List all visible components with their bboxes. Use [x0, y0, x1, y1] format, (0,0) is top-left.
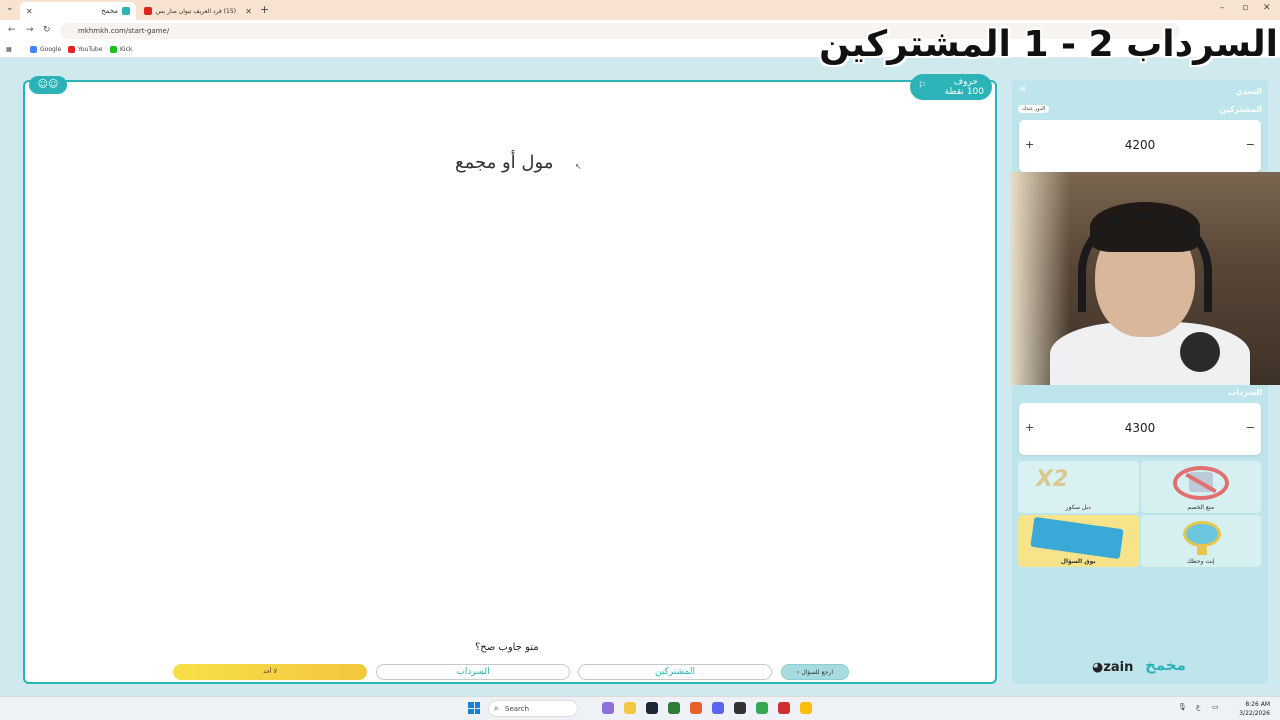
powerup-double-score[interactable]: X2 دبل سكور: [1018, 461, 1139, 513]
file-explorer-icon[interactable]: [624, 702, 636, 714]
app-icon-red[interactable]: [778, 702, 790, 714]
minimize-icon[interactable]: –: [1220, 3, 1225, 13]
brand-logo: مخمخ: [1145, 656, 1186, 674]
app-icon[interactable]: [668, 702, 680, 714]
chrome-icon[interactable]: [756, 702, 768, 714]
network-icon[interactable]: ▭: [1212, 703, 1219, 711]
minus-button[interactable]: −: [1246, 421, 1255, 434]
chrome-active-icon[interactable]: [800, 702, 812, 714]
powerup-your-luck[interactable]: إنت وحظك: [1140, 515, 1261, 567]
team-mushtarikin-button[interactable]: المشتركين: [578, 664, 772, 680]
url-text: mkhmkh.com/start-game/: [78, 27, 170, 35]
clock-date: 3/22/2026: [1239, 710, 1270, 717]
tab-title: (15) فرد العريف تيوان صار بس ال...: [156, 7, 236, 15]
maximize-icon[interactable]: ▫: [1242, 3, 1248, 13]
powerup-label: بوق السؤال: [1060, 558, 1096, 565]
forward-icon[interactable]: →: [26, 25, 34, 35]
close-window-icon[interactable]: ✕: [1263, 3, 1271, 13]
turn-badge: الدور عندك: [1018, 105, 1050, 113]
category-name: حروف: [953, 77, 978, 87]
streamer-webcam: [1010, 172, 1280, 385]
powerup-question-horn[interactable]: بوق السؤال: [1018, 515, 1139, 567]
question-text: مول أو مجمع: [455, 152, 554, 173]
bookmark-label: Google: [40, 46, 62, 53]
score-card-sirdab: + 4300 −: [1019, 403, 1261, 455]
apps-icon[interactable]: ▦: [6, 46, 12, 53]
terminal-icon[interactable]: [734, 702, 746, 714]
tab-youtube[interactable]: (15) فرد العريف تيوان صار بس ال... ✕: [138, 2, 258, 20]
wheel-stand: [1196, 547, 1207, 555]
language-icon[interactable]: ع: [1196, 703, 1200, 711]
x2-icon: X2: [1036, 467, 1069, 492]
google-icon: [30, 46, 37, 53]
windows-start-icon[interactable]: [468, 702, 480, 714]
microphone-tray-icon[interactable]: 🎙: [1178, 703, 1187, 711]
chevron-left-icon: ‹: [797, 669, 800, 676]
bookmark-youtube[interactable]: YouTube: [68, 46, 102, 53]
flag-icon: ⚐: [918, 81, 927, 91]
youtube-icon: [68, 46, 75, 53]
grid-icon[interactable]: ⊞: [1020, 85, 1026, 93]
category-badge: حروف 100 نقطة ⚐: [910, 74, 992, 100]
new-tab-icon[interactable]: +: [260, 3, 269, 16]
microphone-icon: [1180, 332, 1220, 372]
tab-title: مخمخ: [101, 7, 118, 15]
mouse-cursor-icon: ↖: [575, 162, 582, 171]
tab-menu-icon[interactable]: ⌄: [6, 3, 14, 13]
minus-button[interactable]: −: [1246, 138, 1255, 151]
category-points: 100 نقطة: [944, 87, 984, 97]
bookmark-label: Kick: [120, 46, 133, 53]
clock-time: 8:26 AM: [1245, 701, 1270, 708]
powerup-label: منع الخصم: [1187, 504, 1215, 511]
site-favicon-icon: [122, 7, 130, 15]
back-button-label: ارجع للسؤال: [801, 669, 833, 676]
bookmark-kick[interactable]: Kick: [110, 46, 132, 53]
powerup-label: إنت وحظك: [1186, 558, 1215, 565]
browser-tab-bar: ⌄ مخمخ ✕ (15) فرد العريف تيوان صار بس ال…: [0, 0, 1280, 20]
kick-icon: [110, 46, 117, 53]
team-sirdab-button[interactable]: السرداب: [376, 664, 570, 680]
score-value: 4200: [1124, 138, 1156, 152]
tab-close-icon[interactable]: ✕: [245, 7, 252, 16]
cards-icon: [1030, 516, 1124, 560]
bookmark-label: YouTube: [78, 46, 103, 53]
youtube-favicon-icon: [144, 7, 152, 15]
powerup-label: دبل سكور: [1065, 504, 1091, 511]
tab-close-icon[interactable]: ✕: [26, 7, 33, 16]
taskbar-clock[interactable]: 8:26 AM 3/22/2026: [1239, 700, 1270, 718]
sponsor-text: zain: [1103, 660, 1134, 675]
search-icon: ⌕: [494, 704, 499, 713]
powerups-grid: X2 دبل سكور منع الخصم بوق السؤال إنت وحظ…: [1018, 461, 1261, 567]
bookmark-google[interactable]: Google: [30, 46, 61, 53]
wheel-icon: [1182, 521, 1221, 547]
tab-mkhmkh[interactable]: مخمخ ✕: [20, 2, 136, 20]
reload-icon[interactable]: ↻: [43, 25, 51, 35]
sidebar-header: التحدي: [1235, 87, 1262, 96]
team-name-mushtarikin: المشتركين: [1219, 105, 1262, 114]
back-to-question-button[interactable]: ارجع للسؤال ‹: [781, 664, 849, 680]
powerup-block-opponent[interactable]: منع الخصم: [1140, 461, 1261, 513]
copilot-icon[interactable]: [602, 702, 614, 714]
score-value: 4300: [1124, 421, 1156, 435]
steam-icon[interactable]: [646, 702, 658, 714]
no-entry-icon: [1172, 466, 1229, 500]
windows-taskbar: ⌕ Search 🎙 ع ▭ 8:26 AM 3/22/2026: [0, 696, 1280, 720]
taskbar-search[interactable]: ⌕ Search: [488, 700, 578, 717]
team-name-sirdab: السرداب: [1228, 388, 1262, 397]
no-one-button[interactable]: لا أحد: [173, 664, 367, 680]
headset-icon: [1078, 212, 1212, 312]
discord-icon[interactable]: [712, 702, 724, 714]
who-answered-prompt: متو جاوب صح؟: [475, 642, 539, 653]
back-icon[interactable]: ←: [8, 25, 16, 35]
emoji-toggle-button[interactable]: ☺☺: [29, 76, 67, 94]
zain-mark-icon: ◕: [1092, 660, 1104, 675]
stream-overlay-score-title: السرداب 2 - 1 المشتركين: [819, 24, 1278, 65]
firefox-icon[interactable]: [690, 702, 702, 714]
score-card-mushtarikin: + 4200 −: [1019, 120, 1261, 172]
zain-logo: ◕zain: [1092, 660, 1133, 675]
game-question-panel: ☺☺ حروف 100 نقطة ⚐ مول أو مجمع ↖ متو جاو…: [23, 74, 997, 684]
search-placeholder: Search: [505, 705, 530, 713]
